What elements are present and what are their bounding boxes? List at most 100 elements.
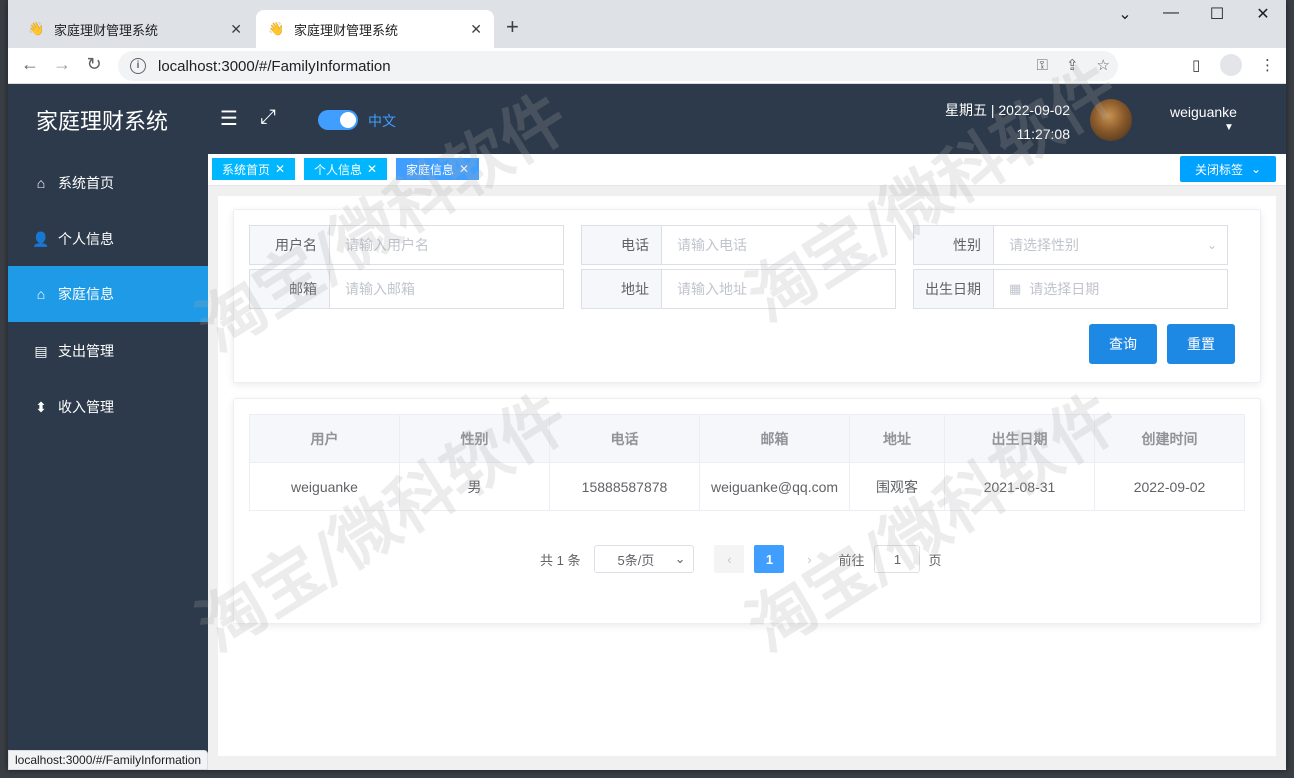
prev-page-button[interactable]: ‹ <box>714 545 745 573</box>
pagination-total: 共 1 条 <box>540 552 581 568</box>
reset-button[interactable]: 重置 <box>1167 324 1235 364</box>
table-cell: 男 <box>399 462 550 511</box>
profile-icon[interactable] <box>1220 54 1242 76</box>
column-header[interactable]: 性别 <box>399 414 550 463</box>
username[interactable]: weiguanke <box>1170 104 1237 120</box>
email-input[interactable]: 请输入邮箱 <box>330 270 563 308</box>
tag-home[interactable]: 系统首页 ✕ <box>212 158 296 180</box>
avatar[interactable] <box>1090 99 1132 141</box>
page-number-button[interactable]: 1 <box>754 545 785 573</box>
main-content: 用户名 请输入用户名 电话 请输入电话 性别 请选择性别 ⌄ 邮箱 请输入邮箱 <box>218 196 1276 756</box>
column-header[interactable]: 出生日期 <box>944 414 1095 463</box>
switch-knob <box>340 112 356 128</box>
chevron-down-icon[interactable]: ⌄ <box>1197 226 1227 264</box>
tab-title: 家庭理财管理系统 <box>294 22 399 38</box>
sidebar-item-income[interactable]: ⬍ 收入管理 <box>8 379 208 435</box>
menu-fold-icon[interactable]: ☰ <box>220 106 238 131</box>
time-text: 11:27:08 <box>1016 126 1070 142</box>
side-panel-icon[interactable]: ▯ <box>1192 56 1200 74</box>
fullscreen-icon[interactable]: ⤢ <box>260 106 276 129</box>
house-icon: ⌂ <box>36 286 46 302</box>
sidebar-item-expense[interactable]: ▤ 支出管理 <box>8 323 208 379</box>
gender-field[interactable]: 性别 请选择性别 ⌄ <box>913 225 1228 265</box>
share-icon[interactable]: ⇪ <box>1066 51 1079 81</box>
table-cell: 15888587878 <box>549 462 700 511</box>
data-table: 用户 性别 电话 邮箱 地址 出生日期 创建时间 weiguanke 男 158… <box>249 414 1245 511</box>
address-field[interactable]: 地址 请输入地址 <box>581 269 896 309</box>
sidebar: 家庭理财系统 ⌂ 系统首页 👤 个人信息 ⌂ 家庭信息 ▤ 支出管理 ⬍ 收入管… <box>8 84 208 770</box>
page-size-value: 5条/页 <box>617 552 655 568</box>
phone-input[interactable]: 请输入电话 <box>662 226 895 264</box>
tag-personal-info[interactable]: 个人信息 ✕ <box>304 158 388 180</box>
goto-page-input[interactable]: 1 <box>874 545 921 573</box>
key-icon[interactable]: ⚿ <box>1037 51 1048 81</box>
phone-field[interactable]: 电话 请输入电话 <box>581 225 896 265</box>
address-input[interactable]: 请输入地址 <box>662 270 895 308</box>
tag-close-icon[interactable]: ✕ <box>275 162 285 176</box>
query-button[interactable]: 查询 <box>1089 324 1157 364</box>
birthdate-field[interactable]: 出生日期 ▦ 请选择日期 <box>913 269 1228 309</box>
pagination: 共 1 条 5条/页 ⌄ ‹ 1 › 前往 1 页 <box>540 545 942 573</box>
tab-close-icon[interactable]: ✕ <box>470 21 482 38</box>
top-bar: ☰ ⤢ 中文 星期五 | 2022-09-02 11:27:08 weiguan… <box>208 84 1286 154</box>
sort-icon: ⬍ <box>35 398 47 415</box>
sidebar-item-label: 系统首页 <box>58 175 114 191</box>
app-logo: 家庭理财系统 <box>36 109 169 134</box>
favicon-icon: 👋 <box>28 21 45 36</box>
next-page-button[interactable]: › <box>794 545 824 573</box>
username-input[interactable]: 请输入用户名 <box>330 226 563 264</box>
birthdate-placeholder: 请选择日期 <box>1029 281 1100 297</box>
browser-tab[interactable]: 👋 家庭理财管理系统 ✕ <box>16 10 254 48</box>
table-row[interactable]: weiguanke 男 15888587878 weiguanke@qq.com… <box>249 462 1245 511</box>
field-label: 地址 <box>582 270 662 308</box>
sidebar-item-label: 支出管理 <box>58 343 114 359</box>
column-header[interactable]: 创建时间 <box>1094 414 1245 463</box>
gender-select[interactable]: 请选择性别 <box>994 226 1197 264</box>
sidebar-item-label: 个人信息 <box>58 231 114 247</box>
sidebar-item-label: 收入管理 <box>58 399 114 415</box>
language-switch[interactable] <box>318 110 358 130</box>
column-header[interactable]: 地址 <box>849 414 945 463</box>
page-size-select[interactable]: 5条/页 ⌄ <box>594 545 695 573</box>
sidebar-item-family-info[interactable]: ⌂ 家庭信息 <box>8 266 208 322</box>
field-label: 用户名 <box>250 226 330 264</box>
table-cell: 2022-09-02 <box>1094 462 1245 511</box>
tab-close-icon[interactable]: ✕ <box>230 21 242 38</box>
back-icon[interactable]: ← <box>18 54 42 75</box>
reload-icon[interactable]: ↻ <box>82 54 106 75</box>
maximize-button[interactable]: ☐ <box>1194 4 1240 24</box>
forward-icon[interactable]: → <box>50 54 74 75</box>
minimize-button[interactable]: — <box>1148 4 1194 22</box>
caret-down-icon[interactable]: ▼ <box>1224 122 1234 133</box>
url-text[interactable]: localhost:3000/#/FamilyInformation <box>158 58 391 75</box>
new-tab-button[interactable]: + <box>506 14 519 40</box>
sidebar-item-personal-info[interactable]: 👤 个人信息 <box>8 211 208 267</box>
home-icon: ⌂ <box>36 175 46 191</box>
bookmark-star-icon[interactable]: ☆ <box>1097 51 1110 81</box>
sidebar-item-home[interactable]: ⌂ 系统首页 <box>8 155 208 211</box>
browser-tab-active[interactable]: 👋 家庭理财管理系统 ✕ <box>256 10 494 48</box>
more-menu-icon[interactable]: ⋮ <box>1260 56 1275 74</box>
date-text: 星期五 | 2022-09-02 <box>944 102 1070 118</box>
column-header[interactable]: 电话 <box>549 414 700 463</box>
table-cell: 2021-08-31 <box>944 462 1095 511</box>
table-cell: weiguanke@qq.com <box>699 462 850 511</box>
tab-search-icon[interactable]: ⌄ <box>1102 4 1148 24</box>
site-info-icon[interactable]: i <box>130 58 146 74</box>
tags-bar: 系统首页 ✕ 个人信息 ✕ 家庭信息 ✕ 关闭标签 ⌄ <box>208 154 1286 186</box>
sidebar-item-label: 家庭信息 <box>58 286 114 302</box>
username-field[interactable]: 用户名 请输入用户名 <box>249 225 564 265</box>
close-tags-label: 关闭标签 <box>1194 162 1243 177</box>
column-header[interactable]: 用户 <box>249 414 400 463</box>
close-window-button[interactable]: ✕ <box>1240 4 1286 24</box>
birthdate-picker[interactable]: ▦ 请选择日期 <box>994 270 1227 308</box>
tag-close-icon[interactable]: ✕ <box>367 162 377 176</box>
close-tags-button[interactable]: 关闭标签 ⌄ <box>1180 156 1276 182</box>
tag-close-icon[interactable]: ✕ <box>459 162 469 176</box>
table-cell: 围观客 <box>849 462 945 511</box>
address-bar[interactable]: i localhost:3000/#/FamilyInformation ⚿ ⇪… <box>118 51 1118 81</box>
column-header[interactable]: 邮箱 <box>699 414 850 463</box>
tab-title: 家庭理财管理系统 <box>54 22 159 38</box>
email-field[interactable]: 邮箱 请输入邮箱 <box>249 269 564 309</box>
tag-family-info[interactable]: 家庭信息 ✕ <box>396 158 480 180</box>
